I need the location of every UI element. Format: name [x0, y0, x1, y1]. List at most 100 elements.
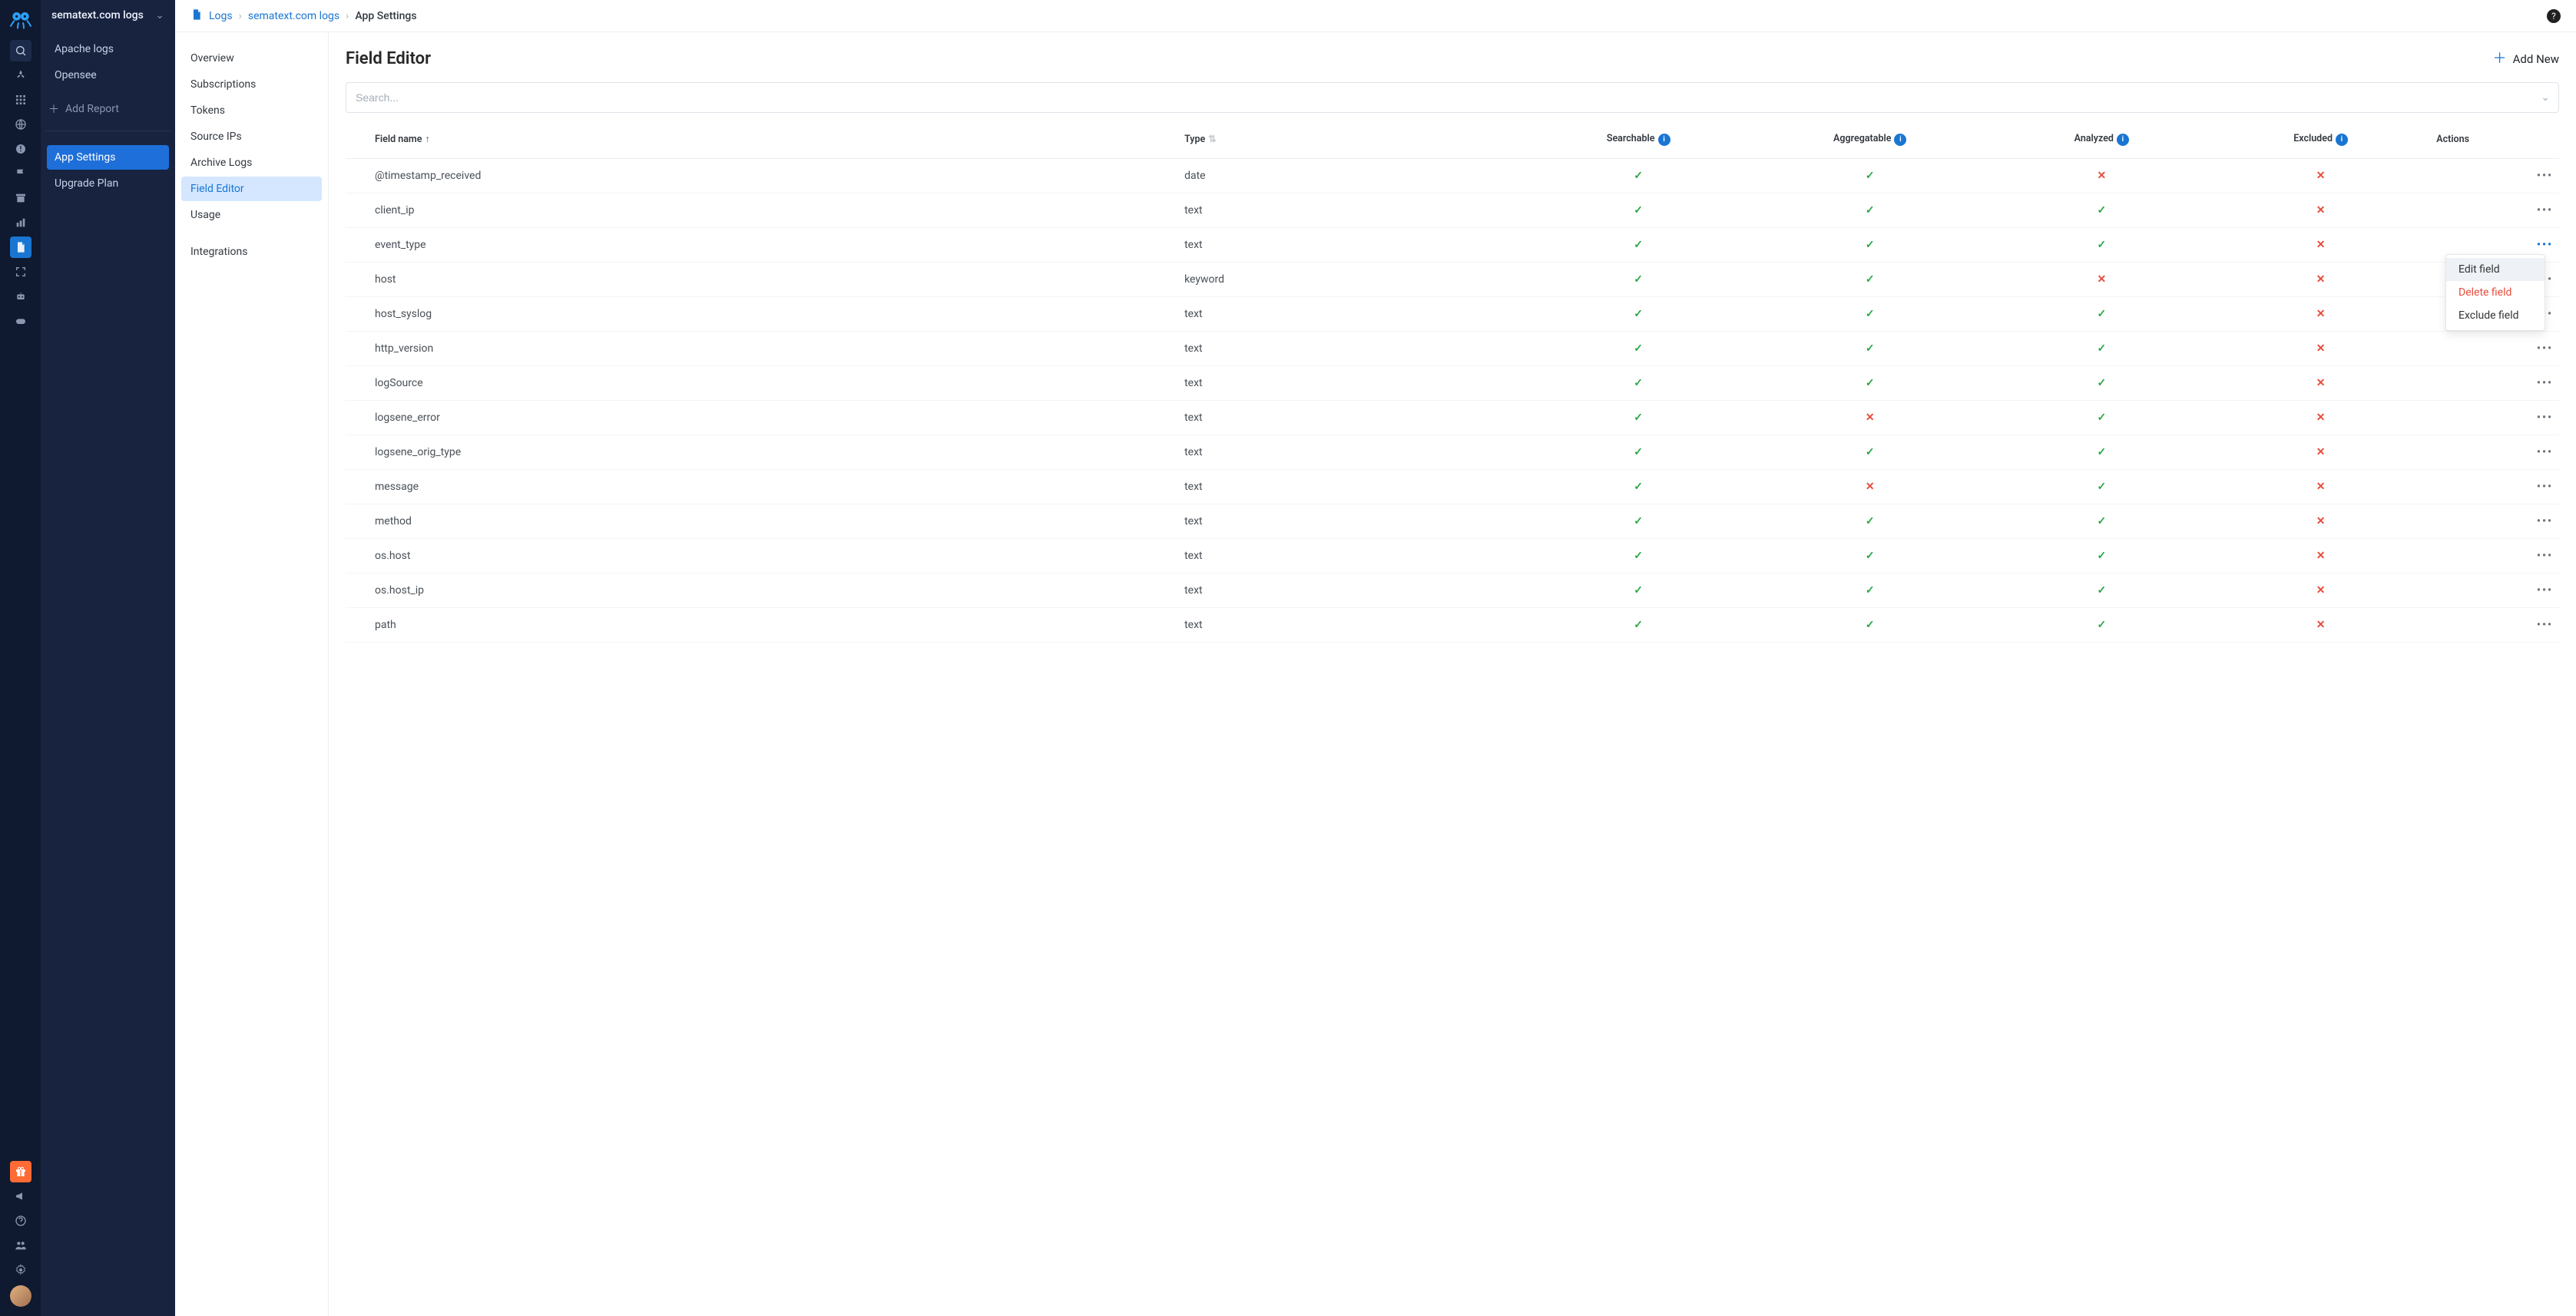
breadcrumb-link-logs[interactable]: Logs [209, 10, 233, 22]
rail-logs-icon[interactable] [10, 236, 31, 258]
rail-globe-icon[interactable] [10, 114, 31, 135]
rail-alert-icon[interactable] [10, 138, 31, 160]
column-header-analyzed[interactable]: Analyzedi [1992, 127, 2211, 158]
brand-logo[interactable] [8, 6, 33, 31]
cell-field-name: path [346, 607, 1178, 642]
topbar-help-icon[interactable]: ? [2547, 9, 2561, 23]
breadcrumb-separator: › [239, 10, 242, 22]
table-row: pathtext✓✓✓✕••• [346, 607, 2559, 642]
cell-searchable: ✓ [1529, 158, 1748, 193]
sidebar-report-item[interactable]: Apache logs [47, 37, 169, 61]
check-icon: ✓ [2097, 412, 2106, 424]
check-icon: ✓ [1866, 170, 1875, 182]
row-actions-button[interactable]: ••• [2537, 481, 2553, 493]
row-context-menu: Edit fieldDelete fieldExclude field [2445, 254, 2545, 331]
settings-nav-link[interactable]: Tokens [181, 98, 322, 123]
settings-nav-link[interactable]: Source IPs [181, 124, 322, 149]
row-actions-button[interactable]: ••• [2537, 584, 2553, 597]
row-actions-button[interactable]: ••• [2537, 342, 2553, 355]
cell-searchable: ✓ [1529, 504, 1748, 538]
cell-excluded: ✕ [2211, 193, 2430, 227]
breadcrumb-separator: › [346, 10, 349, 22]
breadcrumb-link-app[interactable]: sematext.com logs [248, 10, 339, 22]
cell-excluded: ✕ [2211, 227, 2430, 262]
search-chevron-down-icon[interactable]: ⌄ [2541, 91, 2550, 104]
table-row: host_syslogtext✓✓✓✕••• [346, 296, 2559, 331]
rail-game-icon[interactable] [10, 310, 31, 332]
cell-excluded: ✕ [2211, 573, 2430, 607]
cell-aggregatable: ✓ [1748, 538, 1992, 573]
ctx-exclude-field[interactable]: Exclude field [2446, 304, 2545, 327]
sidebar-item[interactable]: Upgrade Plan [47, 171, 169, 196]
rail-gift-icon[interactable] [10, 1161, 31, 1182]
rail-archive-icon[interactable] [10, 187, 31, 209]
check-icon: ✓ [2097, 239, 2106, 251]
add-new-label: Add New [2513, 52, 2559, 66]
info-icon[interactable]: i [1658, 134, 1670, 146]
info-icon[interactable]: i [2336, 134, 2348, 146]
column-header-aggregatable[interactable]: Aggregatablei [1748, 127, 1992, 158]
rail-help-icon[interactable] [10, 1210, 31, 1232]
reports-sidebar: sematext.com logs ⌄ Apache logsOpensee ＋… [41, 0, 175, 1316]
row-actions-button[interactable]: ••• [2537, 239, 2553, 251]
check-icon: ✓ [2097, 619, 2106, 631]
cross-icon: ✕ [2316, 273, 2326, 286]
cell-type: text [1178, 227, 1528, 262]
settings-nav-link[interactable]: Field Editor [181, 177, 322, 201]
row-actions-button[interactable]: ••• [2537, 412, 2553, 424]
rail-search-icon[interactable] [10, 40, 31, 61]
row-actions-button[interactable]: ••• [2537, 550, 2553, 562]
rail-chart-icon[interactable] [10, 212, 31, 233]
cross-icon: ✕ [2097, 170, 2106, 182]
rail-fullscreen-icon[interactable] [10, 261, 31, 283]
cell-aggregatable: ✓ [1748, 158, 1992, 193]
rail-avatar[interactable] [10, 1285, 31, 1307]
rail-grid-icon[interactable] [10, 89, 31, 111]
check-icon: ✓ [2097, 308, 2106, 320]
add-report-button[interactable]: ＋ Add Report [41, 95, 175, 123]
row-actions-button[interactable]: ••• [2537, 446, 2553, 458]
check-icon: ✓ [2097, 342, 2106, 355]
info-icon[interactable]: i [1894, 134, 1906, 146]
table-row: os.hosttext✓✓✓✕••• [346, 538, 2559, 573]
rail-team-icon[interactable] [10, 1235, 31, 1256]
row-actions-button[interactable]: ••• [2537, 377, 2553, 389]
ctx-edit-field[interactable]: Edit field [2446, 258, 2545, 281]
settings-nav-link[interactable]: Overview [181, 46, 322, 71]
info-icon[interactable]: i [2117, 134, 2129, 146]
check-icon: ✓ [2097, 584, 2106, 597]
cell-excluded: ✕ [2211, 435, 2430, 469]
chevron-down-icon: ⌄ [155, 9, 164, 21]
column-header-field-name[interactable]: Field name↑ [346, 127, 1178, 158]
table-row: client_iptext✓✓✓✕••• [346, 193, 2559, 227]
rail-megaphone-icon[interactable] [10, 1185, 31, 1207]
column-header-searchable[interactable]: Searchablei [1529, 127, 1748, 158]
row-actions-button[interactable]: ••• [2537, 204, 2553, 217]
cell-aggregatable: ✓ [1748, 193, 1992, 227]
column-header-type[interactable]: Type⇅ [1178, 127, 1528, 158]
rail-robot-icon[interactable] [10, 286, 31, 307]
check-icon: ✓ [2097, 446, 2106, 458]
row-actions-button[interactable]: ••• [2537, 619, 2553, 631]
rail-flag-icon[interactable] [10, 163, 31, 184]
main-area: Logs › sematext.com logs › App Settings … [175, 0, 2576, 1316]
rail-settings-icon[interactable] [10, 1259, 31, 1281]
sidebar-item[interactable]: App Settings [47, 145, 169, 170]
settings-nav-link[interactable]: Integrations [181, 240, 322, 264]
settings-nav-link[interactable]: Usage [181, 203, 322, 227]
row-actions-button[interactable]: ••• [2537, 515, 2553, 527]
settings-nav-link[interactable]: Archive Logs [181, 150, 322, 175]
cell-type: text [1178, 365, 1528, 400]
check-icon: ✓ [1634, 481, 1643, 493]
sidebar-report-item[interactable]: Opensee [47, 63, 169, 88]
search-input[interactable] [346, 82, 2559, 113]
add-new-button[interactable]: ＋ Add New [2493, 52, 2559, 66]
settings-nav-link[interactable]: Subscriptions [181, 72, 322, 97]
check-icon: ✓ [1866, 446, 1875, 458]
rail-rocket-icon[interactable] [10, 64, 31, 86]
ctx-delete-field[interactable]: Delete field [2446, 281, 2545, 304]
row-actions-button[interactable]: ••• [2537, 170, 2553, 182]
column-header-excluded[interactable]: Excludedi [2211, 127, 2430, 158]
cell-searchable: ✓ [1529, 573, 1748, 607]
app-selector[interactable]: sematext.com logs ⌄ [41, 0, 175, 31]
